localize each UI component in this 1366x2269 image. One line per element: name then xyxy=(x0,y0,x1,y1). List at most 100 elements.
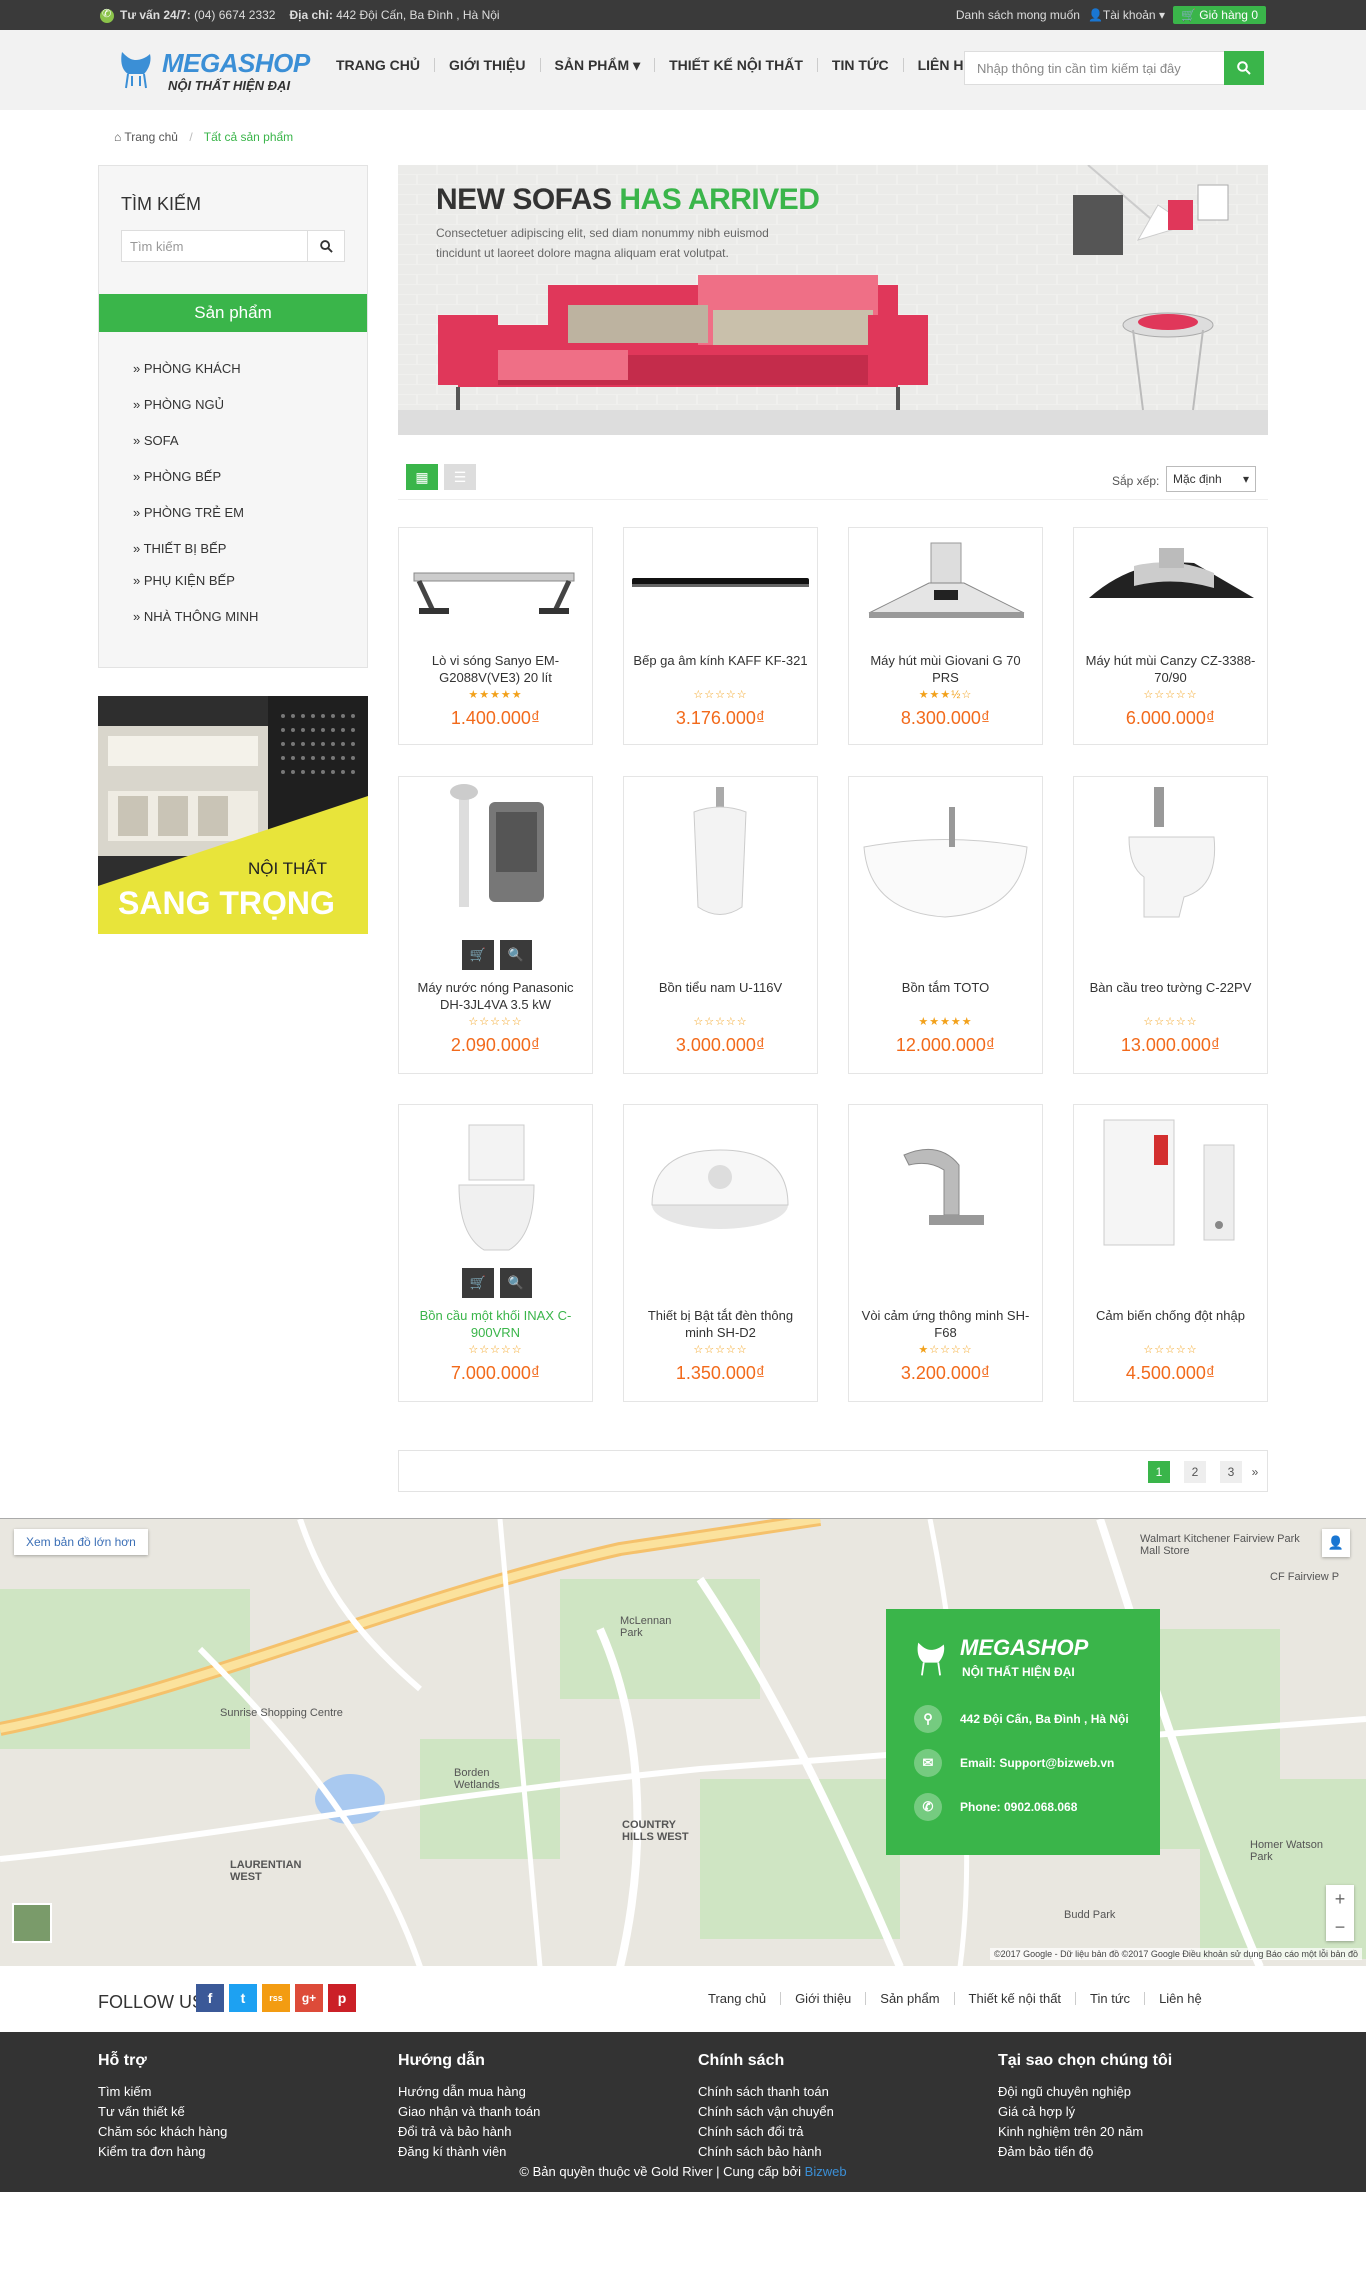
category-item[interactable]: » PHÒNG KHÁCH xyxy=(133,362,258,398)
page-3-button[interactable]: 3 xyxy=(1220,1461,1242,1483)
map[interactable]: Xem bản đồ lớn hơn Sunrise Shopping Cent… xyxy=(0,1518,1366,1966)
zoom-in-button[interactable]: + xyxy=(1326,1885,1354,1913)
nav-about[interactable]: GIỚI THIỆU xyxy=(435,58,541,72)
footer-nav-contact[interactable]: Liên hệ xyxy=(1145,1992,1216,2005)
product-card[interactable]: Vòi cảm ứng thông minh SH-F68 ★☆☆☆☆ 3.20… xyxy=(848,1104,1043,1402)
street-view-pegman-icon[interactable]: 👤 xyxy=(1322,1529,1350,1557)
product-card[interactable]: Thiết bị Bật tắt đèn thông minh SH-D2 ☆☆… xyxy=(623,1104,818,1402)
category-item[interactable]: » PHÒNG NGỦ xyxy=(133,398,258,434)
product-name[interactable]: Bồn tiểu nam U-116V xyxy=(632,979,809,996)
footer-link[interactable]: Chăm sóc khách hàng xyxy=(98,2122,378,2142)
footer-link[interactable]: Chính sách vận chuyển xyxy=(698,2102,978,2122)
product-name[interactable]: Máy nước nóng Panasonic DH-3JL4VA 3.5 kW xyxy=(407,979,584,1013)
search-button[interactable] xyxy=(1224,51,1264,85)
product-name[interactable]: Máy hút mùi Giovani G 70 PRS xyxy=(857,652,1034,686)
product-card[interactable]: 🛒 🔍 Máy nước nóng Panasonic DH-3JL4VA 3.5… xyxy=(398,776,593,1074)
product-name[interactable]: Vòi cảm ứng thông minh SH-F68 xyxy=(857,1307,1034,1341)
breadcrumb-home[interactable]: Trang chủ xyxy=(124,130,178,144)
product-card[interactable]: 🛒 🔍 Bồn cầu một khối INAX C-900VRN ☆☆☆☆☆ … xyxy=(398,1104,593,1402)
card-phone[interactable]: Phone: 0902.068.068 xyxy=(960,1800,1077,1814)
provider-link[interactable]: Bizweb xyxy=(805,2164,847,2179)
footer-nav-news[interactable]: Tin tức xyxy=(1076,1992,1146,2005)
pinterest-icon[interactable]: p xyxy=(328,1984,356,2012)
footer-link[interactable]: Giá cả hợp lý xyxy=(998,2102,1278,2122)
kitchen-promo-image: NỘI THẤT SANG TRỌNG xyxy=(98,696,368,934)
sort-select[interactable]: Mặc định ▾ xyxy=(1166,466,1256,492)
banner-title: NEW SOFAS HAS ARRIVED xyxy=(436,183,820,217)
footer-link[interactable]: Chính sách thanh toán xyxy=(698,2082,978,2102)
view-larger-map-link[interactable]: Xem bản đồ lớn hơn xyxy=(14,1529,148,1555)
promo-banner[interactable]: NỘI THẤT SANG TRỌNG xyxy=(98,696,368,934)
category-item[interactable]: » NHÀ THÔNG MINH xyxy=(133,610,258,646)
page-1-button[interactable]: 1 xyxy=(1148,1461,1170,1483)
next-page-button[interactable]: » xyxy=(1244,1461,1266,1483)
footer-link[interactable]: Hướng dẫn mua hàng xyxy=(398,2082,678,2102)
satellite-toggle-button[interactable] xyxy=(12,1903,52,1943)
logo[interactable]: MEGASHOP NỘI THẤT HIỆN ĐẠI xyxy=(118,44,310,100)
google-plus-icon[interactable]: g+ xyxy=(295,1984,323,2012)
product-name[interactable]: Thiết bị Bật tắt đèn thông minh SH-D2 xyxy=(632,1307,809,1341)
category-item[interactable]: » PHỤ KIỆN BẾP xyxy=(133,574,258,610)
category-item[interactable]: » PHÒNG BẾP xyxy=(133,470,258,506)
product-name[interactable]: Lò vi sóng Sanyo EM-G2088V(VE3) 20 lít xyxy=(407,652,584,686)
nav-news[interactable]: TIN TỨC xyxy=(818,58,904,72)
footer-link[interactable]: Kinh nghiệm trên 20 năm xyxy=(998,2122,1278,2142)
product-card[interactable]: Máy hút mùi Giovani G 70 PRS ★★★½☆ 8.300… xyxy=(848,527,1043,745)
sidebar-search-button[interactable] xyxy=(307,230,345,262)
quick-view-button[interactable]: 🔍 xyxy=(500,940,532,970)
footer-nav-interior-design[interactable]: Thiết kế nội thất xyxy=(955,1992,1077,2005)
hero-banner[interactable]: NEW SOFAS HAS ARRIVED Consectetuer adipi… xyxy=(398,165,1268,435)
footer-nav-products[interactable]: Sản phẩm xyxy=(866,1992,955,2005)
product-name[interactable]: Máy hút mùi Canzy CZ-3388-70/90 xyxy=(1082,652,1259,686)
nav-products-label: SẢN PHẨM xyxy=(554,57,630,73)
footer-link[interactable]: Đổi trả và bảo hành xyxy=(398,2122,678,2142)
product-name[interactable]: Cảm biến chống đột nhập xyxy=(1082,1307,1259,1324)
footer-link[interactable]: Chính sách đổi trả xyxy=(698,2122,978,2142)
twitter-icon[interactable]: t xyxy=(229,1984,257,2012)
footer-link[interactable]: Giao nhận và thanh toán xyxy=(398,2102,678,2122)
facebook-icon[interactable]: f xyxy=(196,1984,224,2012)
product-name[interactable]: Bàn cầu treo tường C-22PV xyxy=(1082,979,1259,996)
footer-link[interactable]: Tư vấn thiết kế xyxy=(98,2102,378,2122)
footer-link[interactable]: Đảm bảo tiến độ xyxy=(998,2142,1278,2162)
card-email[interactable]: Email: Support@bizweb.vn xyxy=(960,1756,1114,1770)
footer-link[interactable]: Kiểm tra đơn hàng xyxy=(98,2142,378,2162)
product-card[interactable]: Bồn tắm TOTO ★★★★★ 12.000.000₫ xyxy=(848,776,1043,1074)
category-item[interactable]: » PHÒNG TRẺ EM xyxy=(133,506,258,542)
product-name[interactable]: Bếp ga âm kính KAFF KF-321 xyxy=(632,652,809,669)
product-card[interactable]: Bồn tiểu nam U-116V ☆☆☆☆☆ 3.000.000₫ xyxy=(623,776,818,1074)
nav-interior-design[interactable]: THIẾT KẾ NỘI THẤT xyxy=(655,58,818,72)
product-card[interactable]: Cảm biến chống đột nhập ☆☆☆☆☆ 4.500.000₫ xyxy=(1073,1104,1268,1402)
nav-products[interactable]: SẢN PHẨM ▾ xyxy=(541,58,656,72)
account-link[interactable]: 👤Tài khoản ▾ xyxy=(1088,8,1165,22)
zoom-out-button[interactable]: − xyxy=(1326,1913,1354,1941)
grid-view-button[interactable]: ▦ xyxy=(406,464,438,490)
category-item[interactable]: » THIẾT BỊ BẾP xyxy=(133,542,258,574)
list-view-button[interactable]: ☰ xyxy=(444,464,476,490)
footer-nav-home[interactable]: Trang chủ xyxy=(694,1992,782,2005)
product-card[interactable]: Bếp ga âm kính KAFF KF-321 ☆☆☆☆☆ 3.176.0… xyxy=(623,527,818,745)
hotline-number[interactable]: (04) 6674 2332 xyxy=(194,8,275,22)
product-name[interactable]: Bồn cầu một khối INAX C-900VRN xyxy=(407,1307,584,1341)
rss-icon[interactable]: rss xyxy=(262,1984,290,2012)
category-item[interactable]: » SOFA xyxy=(133,434,258,470)
wishlist-link[interactable]: Danh sách mong muốn xyxy=(956,8,1080,22)
footer-link[interactable]: Chính sách bảo hành xyxy=(698,2142,978,2162)
page-2-button[interactable]: 2 xyxy=(1184,1461,1206,1483)
cart-button[interactable]: 🛒 Giỏ hàng 0 xyxy=(1172,6,1266,24)
product-card[interactable]: Lò vi sóng Sanyo EM-G2088V(VE3) 20 lít ★… xyxy=(398,527,593,745)
quick-view-button[interactable]: 🔍 xyxy=(500,1268,532,1298)
nav-home[interactable]: TRANG CHỦ xyxy=(322,58,435,72)
product-card[interactable]: Máy hút mùi Canzy CZ-3388-70/90 ☆☆☆☆☆ 6.… xyxy=(1073,527,1268,745)
footer-link[interactable]: Tìm kiếm xyxy=(98,2082,378,2102)
sidebar-search-input[interactable]: Tìm kiếm xyxy=(121,230,309,262)
footer-nav-about[interactable]: Giới thiệu xyxy=(781,1992,867,2005)
footer-link[interactable]: Đội ngũ chuyên nghiệp xyxy=(998,2082,1278,2102)
search-input[interactable]: Nhập thông tin cần tìm kiếm tại đây xyxy=(964,51,1226,85)
add-to-cart-button[interactable]: 🛒 xyxy=(462,1268,494,1298)
add-to-cart-button[interactable]: 🛒 xyxy=(462,940,494,970)
footer-link[interactable]: Đăng kí thành viên xyxy=(398,2142,678,2162)
rating-stars: ☆☆☆☆☆ xyxy=(1143,1344,1198,1356)
product-name[interactable]: Bồn tắm TOTO xyxy=(857,979,1034,996)
product-card[interactable]: Bàn cầu treo tường C-22PV ☆☆☆☆☆ 13.000.0… xyxy=(1073,776,1268,1074)
